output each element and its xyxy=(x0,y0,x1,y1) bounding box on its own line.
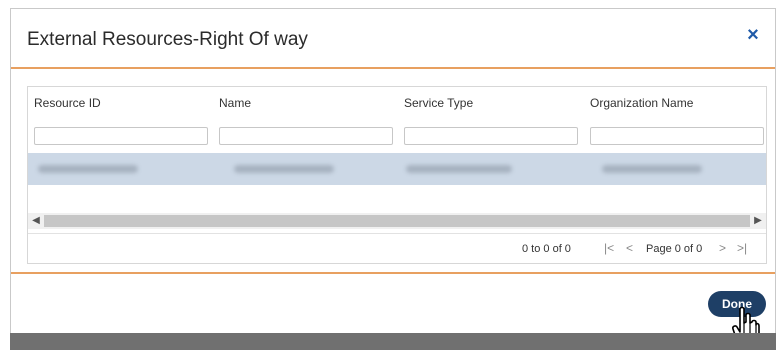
column-header-resource-id[interactable]: Resource ID xyxy=(34,96,101,110)
blurred-cell xyxy=(38,165,138,173)
grid-header: Resource ID Name Service Type Organizati… xyxy=(28,87,766,117)
scrollbar-thumb[interactable] xyxy=(44,215,750,227)
next-page-icon[interactable]: > xyxy=(719,241,726,255)
first-page-icon[interactable]: |< xyxy=(604,241,614,255)
close-icon[interactable]: × xyxy=(741,23,765,47)
footer-divider xyxy=(11,272,775,274)
blurred-cell xyxy=(602,165,702,173)
blurred-cell xyxy=(234,165,334,173)
blurred-cell xyxy=(406,165,512,173)
pagination-range: 0 to 0 of 0 xyxy=(522,243,571,255)
filter-name-input[interactable] xyxy=(219,127,393,145)
column-header-service-type[interactable]: Service Type xyxy=(404,96,473,110)
column-header-name[interactable]: Name xyxy=(219,96,251,110)
dialog-title: External Resources-Right Of way xyxy=(27,29,308,50)
pagination-bar: 0 to 0 of 0 |< < Page 0 of 0 > >| xyxy=(28,233,766,264)
footer-shade xyxy=(10,333,776,350)
table-row[interactable] xyxy=(28,153,766,185)
filter-row xyxy=(28,127,766,149)
resources-grid: Resource ID Name Service Type Organizati… xyxy=(27,86,767,264)
filter-organization-name-input[interactable] xyxy=(590,127,764,145)
filter-resource-id-input[interactable] xyxy=(34,127,208,145)
dialog-header: External Resources-Right Of way × xyxy=(11,9,775,69)
filter-service-type-input[interactable] xyxy=(404,127,578,145)
external-resources-dialog: External Resources-Right Of way × Resour… xyxy=(10,8,776,350)
pagination-page: Page 0 of 0 xyxy=(646,243,703,255)
scroll-right-icon[interactable]: ▶ xyxy=(750,213,766,229)
horizontal-scrollbar[interactable]: ◀ ▶ xyxy=(28,213,766,229)
previous-page-icon[interactable]: < xyxy=(626,241,633,255)
last-page-icon[interactable]: >| xyxy=(737,241,747,255)
scroll-left-icon[interactable]: ◀ xyxy=(28,213,44,229)
column-header-organization-name[interactable]: Organization Name xyxy=(590,96,693,110)
